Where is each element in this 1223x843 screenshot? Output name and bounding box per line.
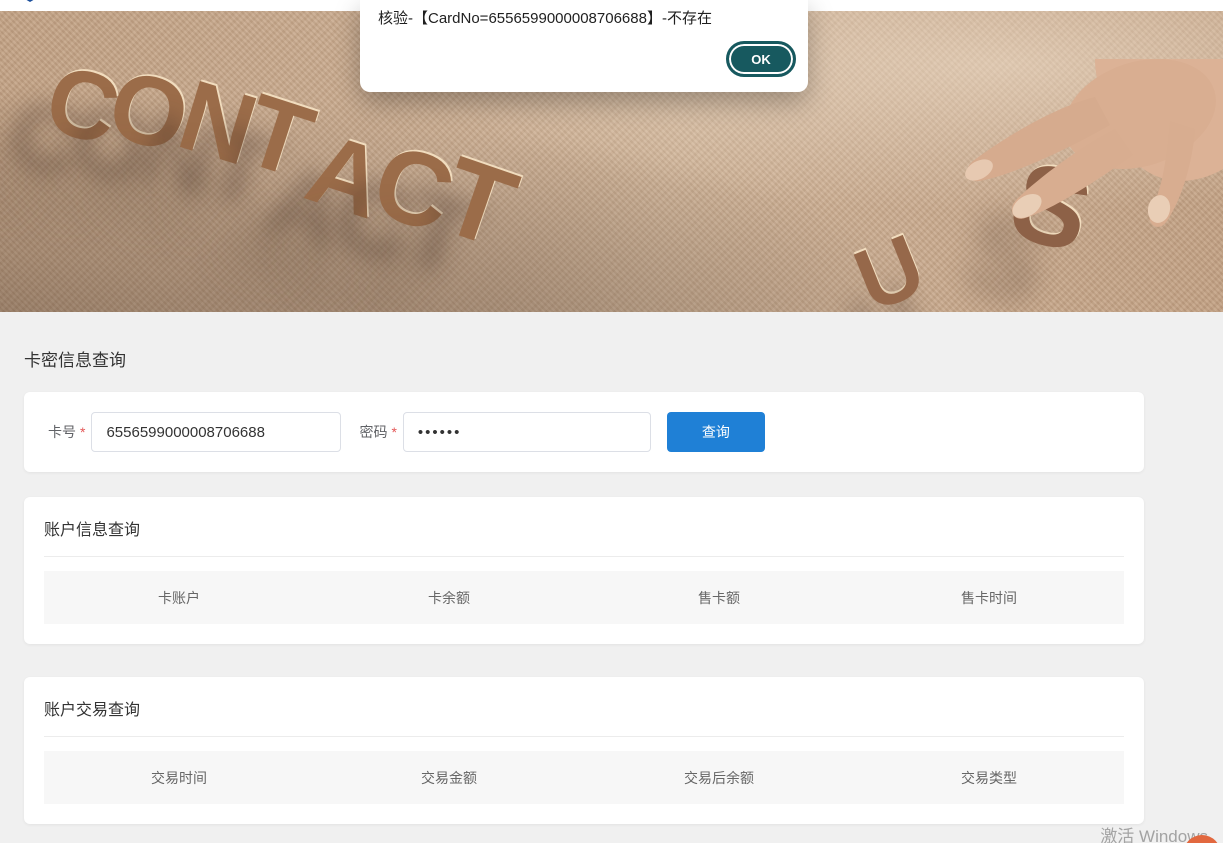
required-mark: * bbox=[391, 424, 396, 440]
alert-ok-button[interactable]: OK bbox=[726, 41, 796, 77]
column-header: 交易类型 bbox=[854, 768, 1124, 788]
card-no-label: 卡号* bbox=[48, 422, 85, 442]
alert-dialog: 核验-【CardNo=6556599000008706688】-不存在 OK bbox=[360, 0, 808, 92]
card-no-input[interactable] bbox=[91, 412, 341, 452]
banner-letter-u: U bbox=[844, 220, 936, 312]
column-header: 卡账户 bbox=[44, 588, 314, 608]
column-header: 卡余额 bbox=[314, 588, 584, 608]
nav-item-about[interactable]: 关于新天 bbox=[225, 0, 281, 2]
divider bbox=[44, 736, 1124, 737]
query-button[interactable]: 查询 bbox=[667, 412, 765, 452]
divider bbox=[44, 556, 1124, 557]
alert-message: 核验-【CardNo=6556599000008706688】-不存在 bbox=[378, 7, 712, 28]
hand-photo bbox=[945, 59, 1223, 259]
account-info-title: 账户信息查询 bbox=[44, 516, 1124, 540]
account-info-table-header: 卡账户 卡余额 售卡额 售卡时间 bbox=[44, 571, 1124, 624]
card-transactions: 账户交易查询 交易时间 交易金额 交易后余额 交易类型 bbox=[24, 677, 1144, 824]
card-account-info: 账户信息查询 卡账户 卡余额 售卡额 售卡时间 bbox=[24, 497, 1144, 644]
column-header: 售卡额 bbox=[584, 588, 854, 608]
column-header: 售卡时间 bbox=[854, 588, 1124, 608]
main-content: 卡密信息查询 卡号* 密码* 查询 账户信息查询 卡账户 卡余额 售卡额 售卡时… bbox=[24, 312, 1144, 824]
brand-logo-icon bbox=[14, 0, 46, 5]
required-mark: * bbox=[80, 424, 85, 440]
password-label: 密码* bbox=[359, 422, 396, 442]
brand-name: 新天支付 bbox=[54, 0, 118, 1]
page-title: 卡密信息查询 bbox=[24, 346, 1144, 371]
brand[interactable]: 新天支付 bbox=[14, 0, 118, 5]
card-query-form: 卡号* 密码* 查询 bbox=[24, 392, 1144, 472]
transactions-title: 账户交易查询 bbox=[44, 696, 1124, 720]
transactions-table-header: 交易时间 交易金额 交易后余额 交易类型 bbox=[44, 751, 1124, 804]
password-input[interactable] bbox=[403, 412, 651, 452]
column-header: 交易金额 bbox=[314, 768, 584, 788]
column-header: 交易时间 bbox=[44, 768, 314, 788]
column-header: 交易后余额 bbox=[584, 768, 854, 788]
